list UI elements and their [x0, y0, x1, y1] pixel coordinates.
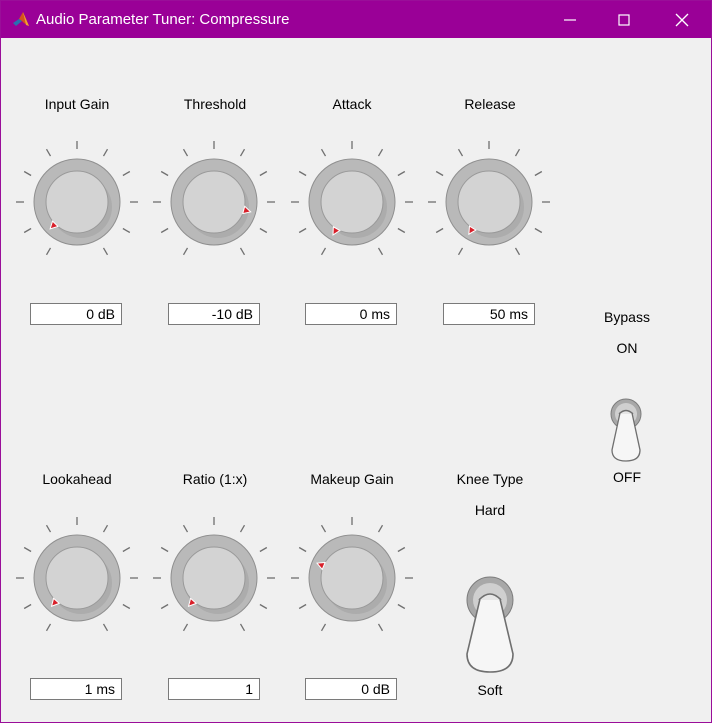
- input-gain-field[interactable]: 0 dB: [30, 303, 122, 325]
- makeup-gain-knob[interactable]: [290, 516, 414, 640]
- knee-type-label: Knee Type: [456, 471, 524, 487]
- knob-face: [320, 546, 384, 610]
- knob-face: [320, 170, 384, 234]
- release-label: Release: [464, 96, 516, 112]
- bypass-off-label: OFF: [613, 469, 641, 485]
- release-field[interactable]: 50 ms: [443, 303, 535, 325]
- knob-face: [182, 170, 246, 234]
- maximize-icon: [618, 14, 630, 26]
- makeup-gain-label: Makeup Gain: [310, 471, 394, 487]
- lookahead-label: Lookahead: [42, 471, 112, 487]
- ratio-field[interactable]: 1: [168, 678, 260, 700]
- release-knob[interactable]: [427, 140, 551, 264]
- bypass-toggle-switch[interactable]: [606, 396, 646, 466]
- minimize-icon: [564, 19, 576, 21]
- bypass-on-label: ON: [616, 340, 638, 356]
- attack-knob[interactable]: [290, 140, 414, 264]
- threshold-label: Threshold: [183, 96, 247, 112]
- input-gain-knob[interactable]: [15, 140, 139, 264]
- window-title: Audio Parameter Tuner: Compressure: [36, 11, 290, 28]
- bypass-label: Bypass: [604, 309, 650, 325]
- knee-soft-label: Soft: [477, 682, 503, 698]
- maximize-button[interactable]: [601, 1, 647, 38]
- title-bar[interactable]: Audio Parameter Tuner: Compressure: [1, 1, 711, 38]
- ratio-label: Ratio (1:x): [182, 471, 248, 487]
- attack-label: Attack: [332, 96, 372, 112]
- minimize-button[interactable]: [547, 1, 593, 38]
- close-icon: [675, 13, 689, 27]
- knee-hard-label: Hard: [474, 502, 506, 518]
- app-window: Audio Parameter Tuner: Compressure Input…: [0, 0, 712, 723]
- close-button[interactable]: [659, 1, 705, 38]
- ratio-knob[interactable]: [152, 516, 276, 640]
- knee-type-toggle-switch[interactable]: [459, 574, 521, 680]
- threshold-field[interactable]: -10 dB: [168, 303, 260, 325]
- attack-field[interactable]: 0 ms: [305, 303, 397, 325]
- input-gain-label: Input Gain: [44, 96, 110, 112]
- knob-face: [457, 170, 521, 234]
- matlab-logo-icon: [13, 12, 29, 26]
- lookahead-field[interactable]: 1 ms: [30, 678, 122, 700]
- lookahead-knob[interactable]: [15, 516, 139, 640]
- threshold-knob[interactable]: [152, 140, 276, 264]
- makeup-gain-field[interactable]: 0 dB: [305, 678, 397, 700]
